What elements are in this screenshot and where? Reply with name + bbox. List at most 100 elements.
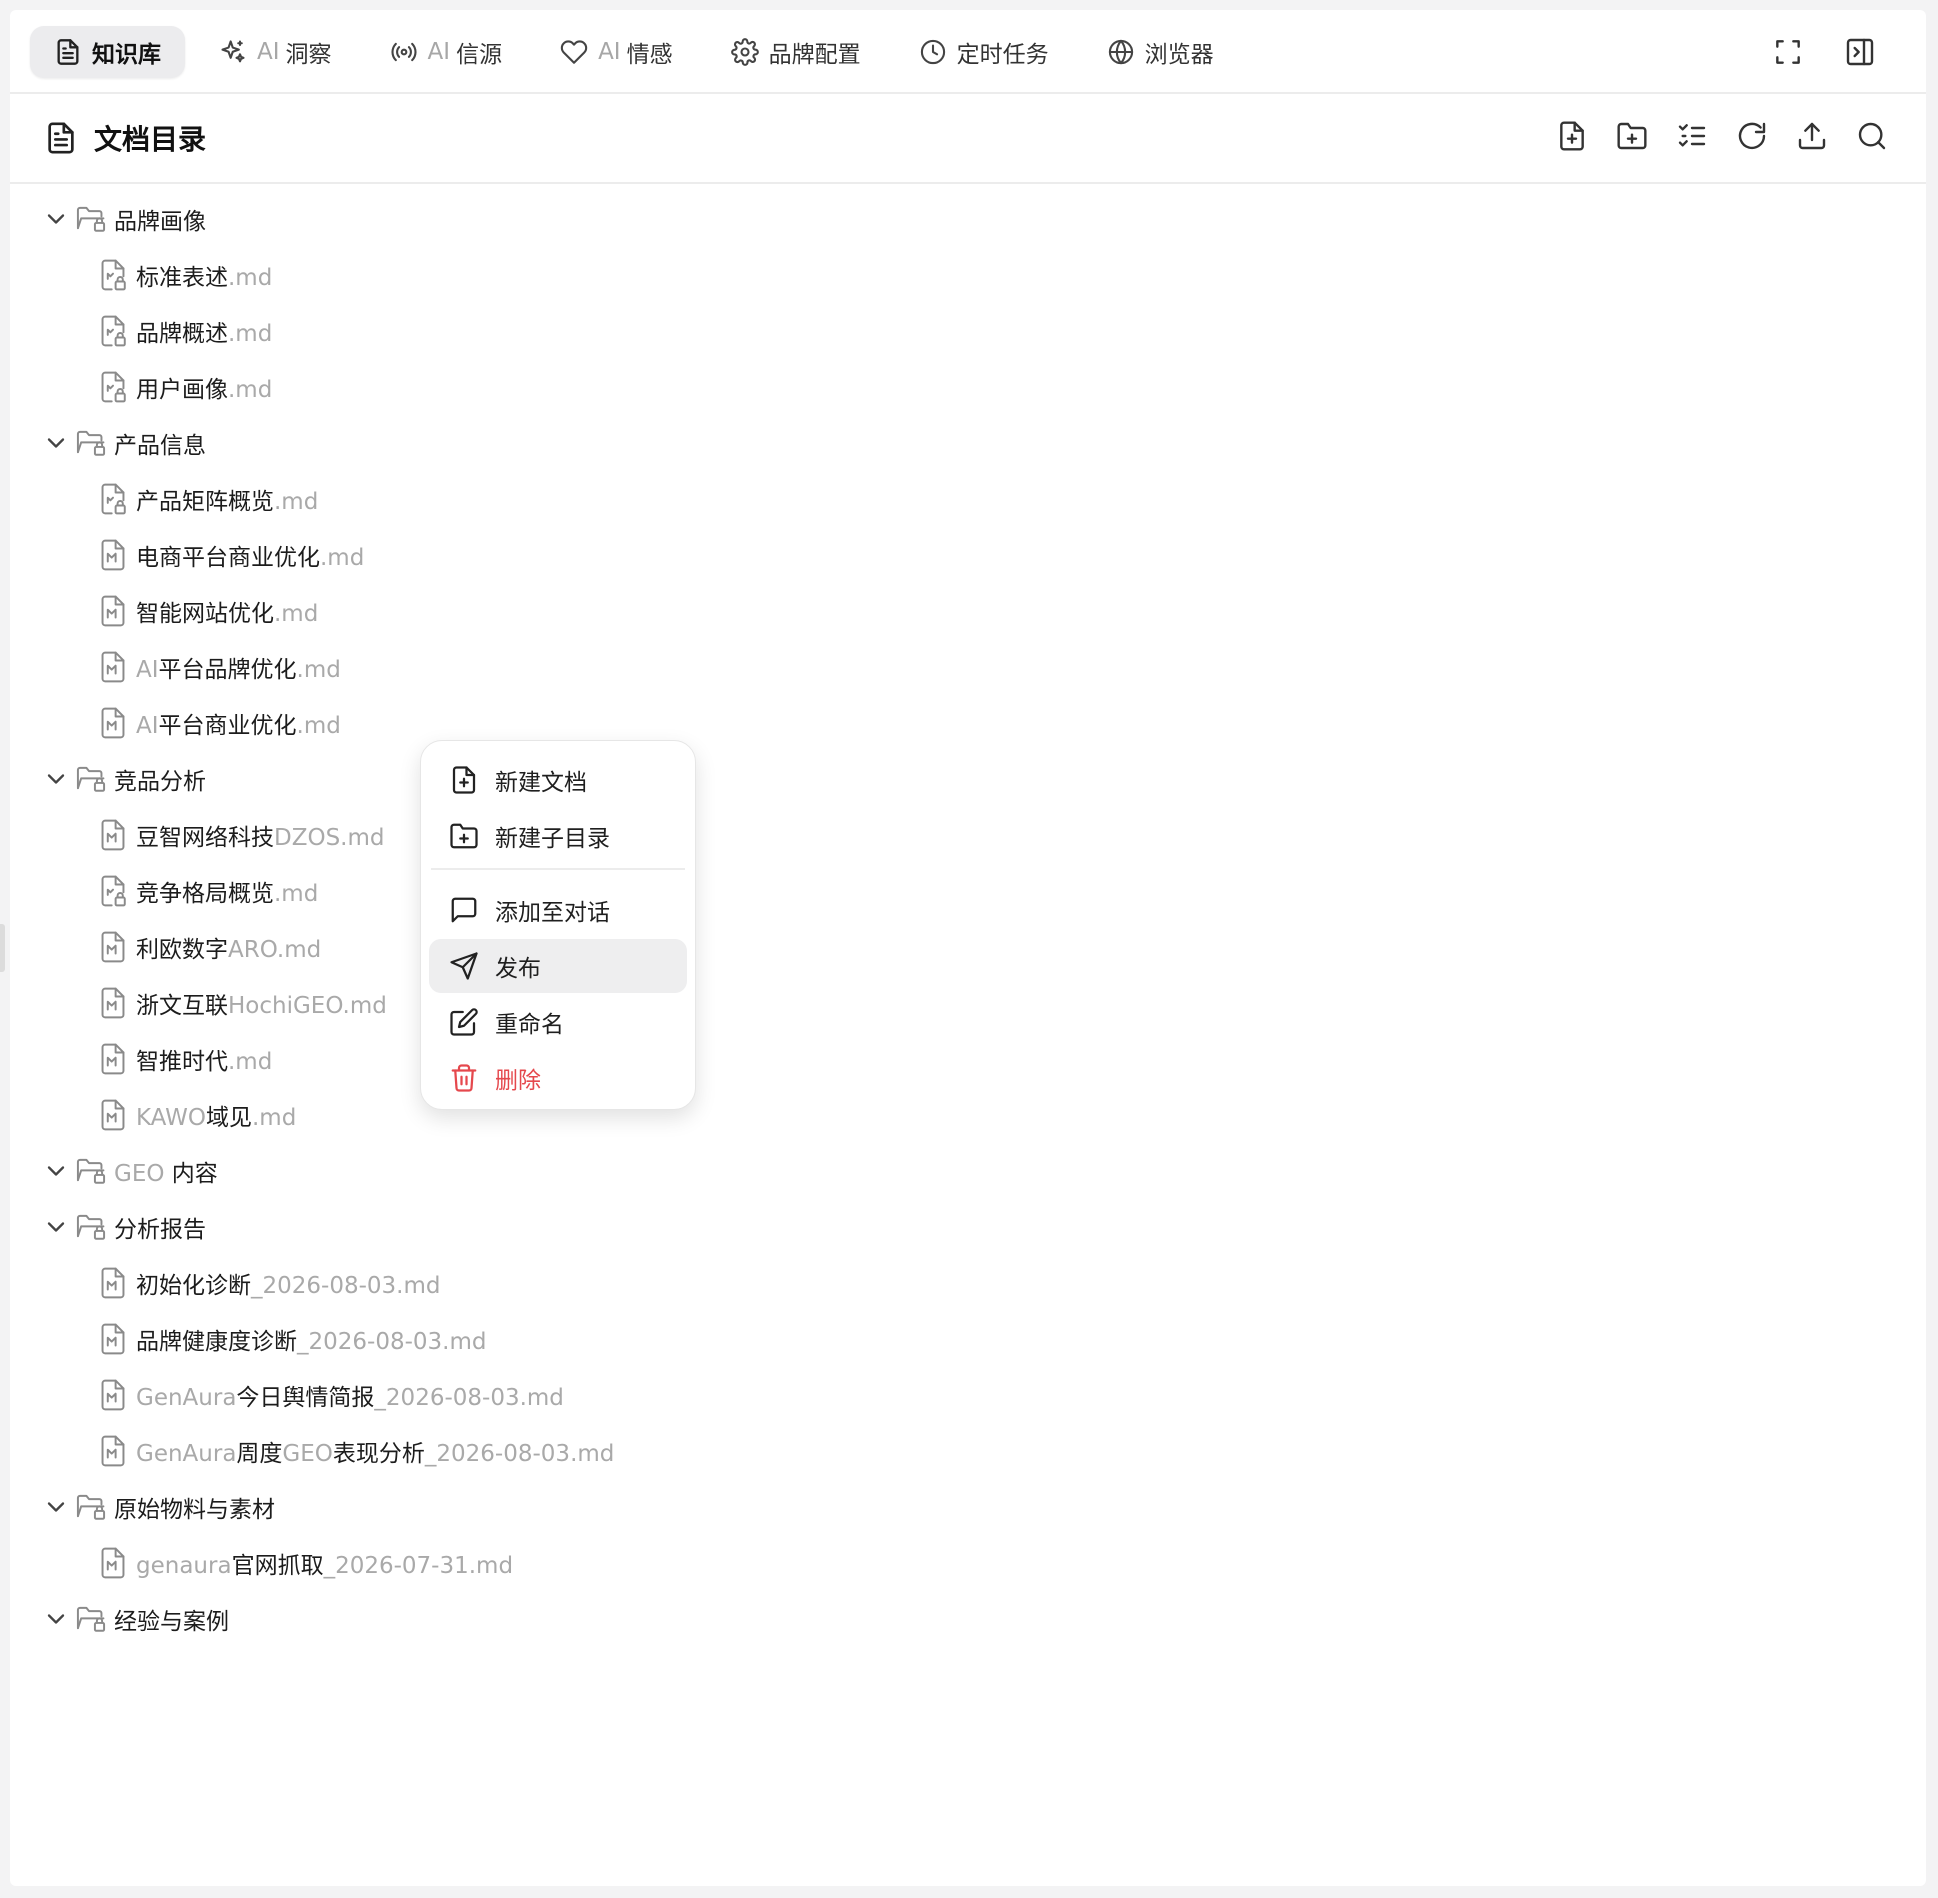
fullscreen-button[interactable]: [1768, 34, 1808, 74]
name-part: DZOS: [274, 825, 341, 851]
tab-knowledge-base[interactable]: 知识库: [30, 26, 185, 78]
tree-file[interactable]: AI平台品牌优化.md: [98, 642, 341, 692]
name-part: 用户画像: [136, 377, 228, 403]
tree-file[interactable]: AI平台商业优化.md: [98, 698, 341, 748]
radio-icon: [390, 38, 418, 66]
upload-button[interactable]: [1794, 120, 1830, 156]
new-folder-button[interactable]: [1614, 120, 1650, 156]
tree-folder[interactable]: 产品信息: [42, 418, 206, 468]
tree-folder[interactable]: GEO 内容: [42, 1146, 218, 1196]
file-name: genaura官网抓取_2026-07-31.md: [136, 1546, 513, 1580]
tab-browser[interactable]: 浏览器: [1083, 26, 1238, 78]
window-controls: [1736, 34, 1880, 74]
tab-list: 知识库 AI 洞察 AI 信源 AI 情感 品牌配置 定时任务 浏览器: [30, 26, 1248, 78]
file-name: AI平台品牌优化.md: [136, 650, 341, 684]
tree-file[interactable]: 浙文互联HochiGEO.md: [98, 978, 387, 1028]
name-part: 利欧数字: [136, 937, 228, 963]
context-menu: 新建文档 新建子目录 添加至对话 发布 重命名 删除: [420, 740, 696, 1110]
menu-item-rename[interactable]: 重命名: [429, 995, 687, 1049]
file-extension: .md: [228, 265, 273, 291]
chevron-down-icon[interactable]: [42, 429, 70, 457]
refresh-button[interactable]: [1734, 120, 1770, 156]
locked-folder-icon: [74, 1602, 108, 1636]
tree-file[interactable]: 利欧数字ARO.md: [98, 922, 321, 972]
locked-document-icon: [98, 258, 128, 292]
tree-folder[interactable]: 竞品分析: [42, 754, 206, 804]
name-part: GenAura: [136, 1385, 237, 1411]
name-part: 品牌健康度诊断: [136, 1329, 297, 1355]
tree-file[interactable]: 豆智网络科技DZOS.md: [98, 810, 385, 860]
menu-item-delete[interactable]: 删除: [429, 1051, 687, 1105]
tree-folder[interactable]: 品牌画像: [42, 194, 206, 244]
search-icon: [1856, 120, 1888, 156]
markdown-file-icon: [98, 1378, 128, 1412]
tree-file[interactable]: KAWO域见.md: [98, 1090, 296, 1140]
file-name: 智能网站优化.md: [136, 594, 318, 628]
file-name: 品牌概述.md: [136, 314, 272, 348]
menu-item-new-subfolder[interactable]: 新建子目录: [429, 809, 687, 863]
name-part: HochiGEO: [228, 993, 343, 1019]
tree-file[interactable]: 电商平台商业优化.md: [98, 530, 364, 580]
tab-label: 洞察: [285, 42, 332, 68]
tree-folder[interactable]: 分析报告: [42, 1202, 206, 1252]
collapse-list-button[interactable]: [1674, 120, 1710, 156]
chevron-down-icon[interactable]: [42, 1157, 70, 1185]
tab-brand-config[interactable]: 品牌配置: [707, 26, 885, 78]
name-part: _2026-08-03: [251, 1273, 397, 1299]
markdown-file-icon: [98, 1042, 128, 1076]
tab-scheduled-tasks[interactable]: 定时任务: [895, 26, 1073, 78]
name-part: _2026-08-03: [424, 1441, 571, 1467]
tab-label: 情感: [626, 42, 673, 68]
file-name: KAWO域见.md: [136, 1098, 296, 1132]
menu-item-label: 新建子目录: [495, 826, 610, 852]
locked-document-icon: [98, 370, 128, 404]
markdown-file-icon: [98, 1322, 128, 1356]
tab-ai-sentiment[interactable]: AI 情感: [536, 26, 697, 78]
tree-file[interactable]: GenAura今日舆情简报_2026-08-03.md: [98, 1370, 564, 1420]
name-part: _2026-08-03: [374, 1385, 520, 1411]
tree-folder[interactable]: 原始物料与素材: [42, 1482, 275, 1532]
name-part: 域见: [206, 1105, 252, 1131]
name-part: _2026-07-31: [323, 1553, 469, 1579]
tab-label: 浏览器: [1144, 42, 1214, 68]
locked-document-icon: [98, 314, 128, 348]
toggle-panel-button[interactable]: [1840, 34, 1880, 74]
tree-file[interactable]: 竞争格局概览.md: [98, 866, 318, 916]
name-part: KAWO: [136, 1105, 206, 1131]
refresh-icon: [1736, 120, 1768, 156]
menu-item-publish[interactable]: 发布: [429, 939, 687, 993]
tree-file[interactable]: 产品矩阵概览.md: [98, 474, 318, 524]
chevron-down-icon[interactable]: [42, 765, 70, 793]
tree-file[interactable]: 标准表述.md: [98, 250, 272, 300]
chevron-down-icon[interactable]: [42, 1213, 70, 1241]
menu-item-label: 删除: [495, 1068, 541, 1094]
tree-file[interactable]: 智能网站优化.md: [98, 586, 318, 636]
menu-item-add-to-chat[interactable]: 添加至对话: [429, 883, 687, 937]
clock-icon: [919, 38, 947, 66]
resize-handle[interactable]: [0, 924, 5, 972]
name-part: 官网抓取: [231, 1553, 324, 1579]
menu-item-label: 添加至对话: [495, 900, 610, 926]
tree-file[interactable]: GenAura周度GEO表现分析_2026-08-03.md: [98, 1426, 614, 1476]
search-button[interactable]: [1854, 120, 1890, 156]
chevron-down-icon[interactable]: [42, 1493, 70, 1521]
tree-file[interactable]: 初始化诊断_2026-08-03.md: [98, 1258, 441, 1308]
tab-label: 定时任务: [956, 42, 1049, 68]
sparkles-icon: [219, 38, 247, 66]
file-name: 标准表述.md: [136, 258, 272, 292]
tree-file[interactable]: 品牌概述.md: [98, 306, 272, 356]
tree-file[interactable]: 品牌健康度诊断_2026-08-03.md: [98, 1314, 487, 1364]
tab-ai-sources[interactable]: AI 信源: [366, 26, 527, 78]
chevron-down-icon[interactable]: [42, 205, 70, 233]
tree-file[interactable]: 用户画像.md: [98, 362, 272, 412]
name-part: 电商平台商业优化: [136, 545, 320, 571]
name-part: AI: [136, 657, 159, 683]
chevron-down-icon[interactable]: [42, 1605, 70, 1633]
tab-ai-insight[interactable]: AI 洞察: [195, 26, 356, 78]
markdown-file-icon: [98, 1546, 128, 1580]
tree-file[interactable]: genaura官网抓取_2026-07-31.md: [98, 1538, 513, 1588]
tree-folder[interactable]: 经验与案例: [42, 1594, 229, 1644]
menu-item-new-document[interactable]: 新建文档: [429, 753, 687, 807]
new-document-button[interactable]: [1554, 120, 1590, 156]
tree-file[interactable]: 智推时代.md: [98, 1034, 272, 1084]
